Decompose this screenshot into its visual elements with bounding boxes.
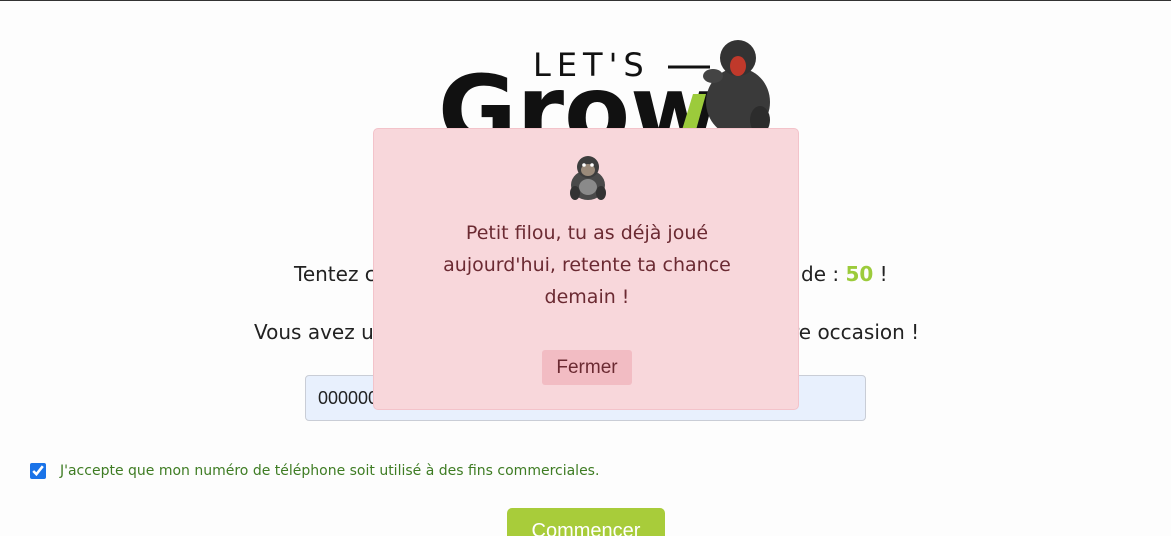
info-text-right: re occasion ! — [791, 320, 920, 344]
already-played-modal: Petit filou, tu as déjà joué aujourd'hui… — [373, 128, 799, 410]
invitation-text-left: Tentez c — [294, 262, 376, 286]
consent-row[interactable]: J'accepte que mon numéro de téléphone so… — [30, 463, 599, 479]
points-value: 50 — [845, 262, 874, 286]
svg-text:Grow: Grow — [438, 55, 719, 134]
consent-checkbox[interactable] — [30, 463, 46, 479]
invitation-text-right: de : 50 ! — [801, 262, 888, 286]
close-button[interactable]: Fermer — [542, 350, 632, 385]
modal-message: Petit filou, tu as déjà joué aujourd'hui… — [443, 222, 731, 308]
start-button[interactable]: Commencer — [507, 508, 665, 536]
page: LET'S Grow Tentez c de : 50 ! Vous avez … — [0, 0, 1171, 536]
lets-grow-logo: LET'S Grow — [438, 40, 770, 134]
consent-label: J'accepte que mon numéro de téléphone so… — [60, 463, 600, 479]
info-text-left: Vous avez u — [254, 320, 374, 344]
top-border — [0, 0, 1171, 1]
gorilla-icon — [570, 156, 606, 200]
